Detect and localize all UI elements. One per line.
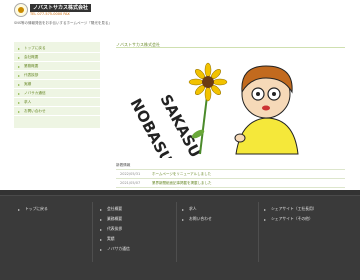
footer-link-contact[interactable]: ▸ お問い合わせ [182, 214, 212, 224]
arrow-icon: ▸ [18, 99, 21, 105]
news-link[interactable]: 業界新聞紙面記事掲載を掲載しました [152, 181, 212, 186]
site-footer: ▸ トップに戻る ▸ 会社概要 ▸ 業務概要 ▸ 代表挨拶 ▸ 実績 ▸ ノバサカ通信 ▸ 求… [0, 190, 360, 280]
footer-link-news[interactable]: ▸ ノバサカ通信 [100, 244, 130, 254]
sidebar-item-works[interactable]: ▸ 実績 [14, 80, 100, 89]
news-heading: 新着情報 [116, 163, 131, 167]
sidebar-item-label: お問い合わせ [24, 108, 46, 113]
sunflower-icon [188, 62, 228, 102]
footer-band [0, 190, 360, 196]
footer-link-label: シェアサイト（工社長用） [271, 206, 317, 211]
arrow-icon: ▸ [100, 246, 103, 252]
arrow-icon: ▸ [264, 206, 267, 212]
sidebar-nav: ▸ トップに戻る ▸ 会社概要 ▸ 業務概要 ▸ 代表挨拶 ▸ 実績 ▸ ノバサカ通信 ▸ 求… [14, 42, 100, 128]
sidebar-item-label: 会社概要 [24, 54, 39, 59]
footer-link-share-site-2[interactable]: ▸ シェアサイト（その他） [264, 214, 317, 224]
site-tagline: SNS等の情報発信をお手伝いするホームページ「陽光を見る」 [14, 21, 112, 25]
arrow-icon: ▸ [18, 108, 21, 114]
footer-link-label: トップに戻る [25, 206, 48, 211]
sidebar-item-news[interactable]: ▸ ノバサカ通信 [14, 89, 100, 98]
arrow-icon: ▸ [100, 236, 103, 242]
arrow-icon: ▸ [100, 216, 103, 222]
page-title: ノバストサカス株式会社 [116, 42, 345, 48]
sidebar-item-contact[interactable]: ▸ お問い合わせ [14, 107, 100, 116]
site-header: ノバストサカス株式会社 TEL 077-575-0000 FAX SNS等の情報… [0, 0, 360, 36]
footer-col-3: ▸ 求人 ▸ お問い合わせ [182, 204, 212, 224]
arrow-icon: ▸ [18, 45, 21, 51]
footer-link-business[interactable]: ▸ 業務概要 [100, 214, 130, 224]
list-item[interactable]: 2022/05/31 ホームページをリニューアルしました [116, 170, 345, 179]
footer-link-label: ノバサカ通信 [107, 246, 130, 251]
news-date: 2022/05/31 [120, 172, 141, 176]
arrow-icon: ▸ [182, 206, 185, 212]
footer-col-1: ▸ トップに戻る [18, 204, 48, 214]
main-content: ノバストサカス株式会社 NOBASU SAKASU 新着情報 2022/05/3… [116, 42, 345, 197]
footer-divider [176, 202, 177, 262]
news-date: 2021/05/07 [120, 181, 141, 185]
arrow-icon: ▸ [18, 81, 21, 87]
arrow-icon: ▸ [18, 206, 21, 212]
sidebar-item-label: 求人 [24, 99, 32, 104]
sidebar-item-label: トップに戻る [24, 45, 46, 50]
mascot-illustration: NOBASU SAKASU [126, 62, 299, 158]
arrow-icon: ▸ [18, 90, 21, 96]
sunflower-logo-icon[interactable] [14, 3, 28, 17]
arrow-icon: ▸ [18, 63, 21, 69]
arrow-icon: ▸ [100, 206, 103, 212]
footer-link-greeting[interactable]: ▸ 代表挨拶 [100, 224, 130, 234]
sidebar-item-top[interactable]: ▸ トップに戻る [14, 44, 100, 53]
footer-link-label: 会社概要 [107, 206, 123, 211]
sidebar-item-label: 実績 [24, 81, 32, 86]
footer-link-top[interactable]: ▸ トップに戻る [18, 204, 48, 214]
list-item[interactable]: 2021/05/07 業界新聞紙面記事掲載を掲載しました [116, 179, 345, 188]
footer-link-label: 実績 [107, 236, 115, 241]
sidebar-item-label: 代表挨拶 [24, 72, 39, 77]
company-contact: TEL 077-575-0000 FAX [30, 12, 70, 16]
arrow-icon: ▸ [18, 72, 21, 78]
sidebar-item-label: ノバサカ通信 [24, 90, 46, 95]
sidebar-item-company[interactable]: ▸ 会社概要 [14, 53, 100, 62]
footer-link-label: 求人 [189, 206, 197, 211]
footer-link-label: 代表挨拶 [107, 226, 123, 231]
footer-link-works[interactable]: ▸ 実績 [100, 234, 130, 244]
footer-col-2: ▸ 会社概要 ▸ 業務概要 ▸ 代表挨拶 ▸ 実績 ▸ ノバサカ通信 [100, 204, 130, 254]
footer-link-label: 業務概要 [107, 216, 123, 221]
sidebar-item-greeting[interactable]: ▸ 代表挨拶 [14, 71, 100, 80]
sidebar-item-label: 業務概要 [24, 63, 39, 68]
hero-illustration: NOBASU SAKASU [116, 54, 345, 158]
arrow-icon: ▸ [18, 54, 21, 60]
sidebar-item-business[interactable]: ▸ 業務概要 [14, 62, 100, 71]
news-link[interactable]: ホームページをリニューアルしました [152, 172, 211, 177]
company-logo-text[interactable]: ノバストサカス株式会社 [30, 4, 92, 12]
footer-col-4: ▸ シェアサイト（工社長用） ▸ シェアサイト（その他） [264, 204, 317, 224]
footer-divider [258, 202, 259, 262]
footer-divider [92, 202, 93, 262]
mascot-character [234, 65, 299, 155]
arrow-icon: ▸ [182, 216, 185, 222]
arrow-icon: ▸ [264, 216, 267, 222]
footer-link-share-site-1[interactable]: ▸ シェアサイト（工社長用） [264, 204, 317, 214]
sidebar-item-recruit[interactable]: ▸ 求人 [14, 98, 100, 107]
arrow-icon: ▸ [100, 226, 103, 232]
footer-link-company[interactable]: ▸ 会社概要 [100, 204, 130, 214]
footer-link-label: お問い合わせ [189, 216, 212, 221]
footer-link-label: シェアサイト（その他） [271, 216, 313, 221]
footer-link-recruit[interactable]: ▸ 求人 [182, 204, 212, 214]
